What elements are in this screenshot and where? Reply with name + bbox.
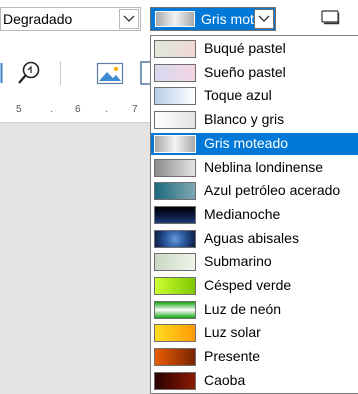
gradient-preview-swatch [155,11,195,27]
gradient-option[interactable]: Neblina londinense [151,157,358,179]
drawing-toolbar [0,53,150,93]
gradient-swatch [154,182,196,201]
gradient-swatch [154,158,196,177]
ruler-label: 7 [132,104,138,115]
gradient-option-label: Submarino [204,253,272,270]
toolbar: Degradado Gris moteado [0,0,358,36]
gradient-option[interactable]: Submarino [151,251,358,273]
gradient-swatch [154,63,196,82]
gradient-option[interactable]: Luz solar [151,322,358,344]
ruler-label: 5 [16,104,22,115]
gradient-swatch [154,229,196,248]
gradient-value: Gris moteado [201,11,257,27]
document-canvas-area [0,123,150,394]
chevron-down-icon[interactable] [119,9,139,29]
horizontal-ruler: 5 · 6 · 7 [0,102,150,123]
gradient-swatch [154,134,196,153]
gradient-option[interactable]: Azul petróleo acerado [151,180,358,202]
gradient-option[interactable]: Presente [151,346,358,368]
fill-type-dropdown[interactable]: Degradado [0,7,141,31]
gradient-option[interactable]: Césped verde [151,275,358,297]
image-icon[interactable] [96,59,124,87]
gradient-option-label: Aguas abisales [204,229,299,246]
separator-icon [0,63,3,83]
gradient-option[interactable]: Aguas abisales [151,228,358,250]
gradient-option[interactable]: Gris moteado [151,132,358,155]
gradient-option-label: Luz de neón [204,300,282,317]
chevron-down-icon[interactable] [254,9,274,29]
gradient-swatch [154,253,196,272]
gradient-option-label: Luz solar [204,324,261,341]
gradient-option-label: Toque azul [204,87,272,104]
gradient-swatch [154,40,196,58]
gradient-option-label: Sueño pastel [204,63,286,80]
ruler-tick: · [50,106,54,117]
gradient-swatch [154,111,196,130]
ruler-tick: · [105,106,109,117]
gradient-option[interactable]: Medianoche [151,204,358,226]
zoom-icon[interactable] [16,59,44,87]
gradient-swatch [154,371,196,390]
gradient-option-label: Césped verde [204,277,292,293]
gradient-option-label: Buqué pastel [204,40,286,56]
gradient-option-label: Azul petróleo acerado [204,182,341,199]
gradient-option-label: Blanco y gris [204,111,285,128]
text-box-icon[interactable] [140,59,150,87]
gradient-option-label: Medianoche [204,205,281,222]
gradient-option[interactable]: Blanco y gris [151,109,358,131]
gradient-swatch [154,277,196,295]
gradient-option[interactable]: Luz de neón [151,299,358,321]
gradient-swatch [154,205,196,224]
gradient-swatch [154,300,196,319]
gradient-option-label: Gris moteado [204,134,289,151]
shadow-icon[interactable] [319,8,341,28]
gradient-option-label: Caoba [204,371,246,388]
fill-type-value: Degradado [3,11,73,27]
gradient-list[interactable]: Buqué pastel Sueño pastel Toque azul Blanco… [150,35,358,394]
gradient-swatch [154,348,196,367]
gradient-option[interactable]: Sueño pastel [151,62,358,84]
gradient-option[interactable]: Buqué pastel [151,38,358,60]
gradient-swatch [154,324,196,343]
ruler-label: 6 [75,104,81,115]
gradient-option-label: Neblina londinense [204,158,324,175]
gradient-option[interactable]: Toque azul [151,85,358,107]
toolbar-separator [60,61,61,85]
gradient-option-label: Presente [204,348,261,365]
gradient-dropdown[interactable]: Gris moteado [150,7,276,31]
gradient-option[interactable]: Caoba [151,370,358,392]
gradient-swatch [154,87,196,106]
